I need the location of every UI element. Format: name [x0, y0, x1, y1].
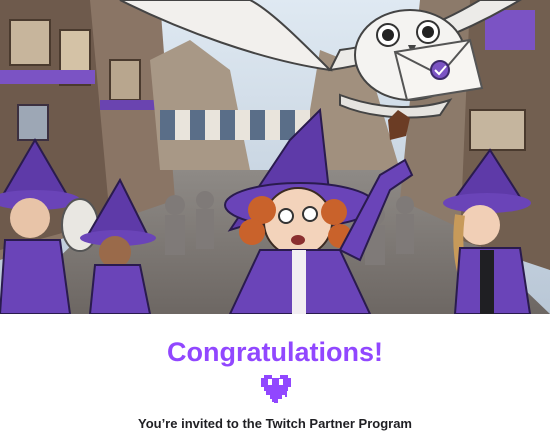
invite-message: You’re invited to the Twitch Partner Pro…: [137, 416, 412, 431]
congratulations-title: Congratulations!: [167, 337, 383, 367]
glitch-heart-icon: [259, 371, 293, 403]
invite-content: Congratulations! You’re invited to the T…: [0, 314, 550, 443]
hero-illustration: [0, 0, 550, 314]
